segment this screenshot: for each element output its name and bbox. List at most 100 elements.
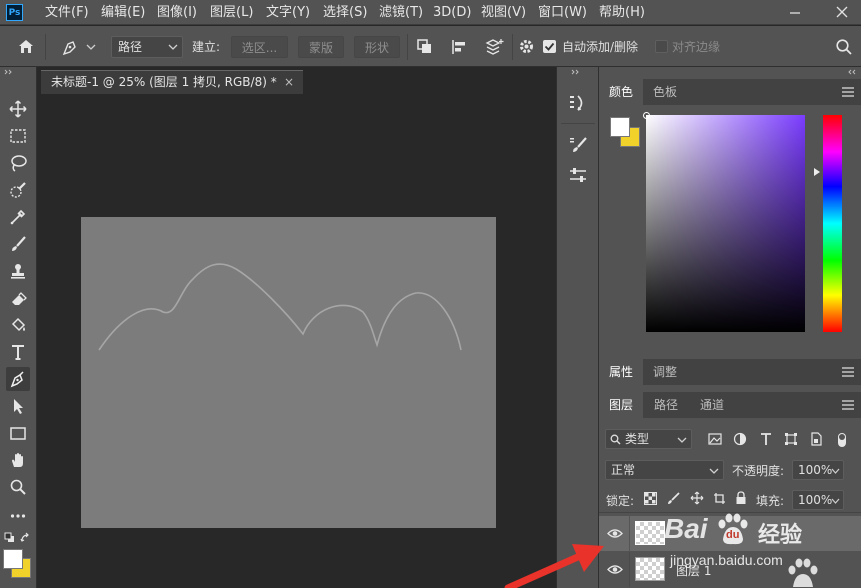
menu-image[interactable]: 图像(I) [157, 0, 197, 25]
document-tab-title: 未标题-1 @ 25% (图层 1 拷贝, RGB/8) * [51, 75, 277, 89]
hue-slider-handle-icon[interactable] [813, 167, 821, 177]
opacity-value: 100% [798, 463, 833, 477]
default-colors-icon[interactable] [4, 532, 15, 543]
lock-transparency-icon[interactable] [644, 492, 657, 505]
marquee-tool-icon[interactable] [6, 124, 30, 148]
stamp-tool-icon[interactable] [6, 259, 30, 283]
move-tool-icon[interactable] [6, 97, 30, 121]
path-selection-tool-icon[interactable] [6, 394, 30, 418]
panel-menu-icon[interactable] [842, 87, 854, 97]
type-tool-icon[interactable] [6, 340, 30, 364]
hand-tool-icon[interactable] [6, 448, 30, 472]
build-label: 建立: [192, 40, 221, 54]
opacity-input[interactable]: 100% [792, 460, 844, 480]
collapse-panels-icon[interactable] [844, 69, 856, 75]
path-operations-icon[interactable] [416, 38, 434, 56]
filter-smart-object-icon[interactable] [809, 432, 823, 446]
collapse-toolbox-icon[interactable] [4, 69, 16, 75]
minimize-icon[interactable] [788, 5, 802, 19]
make-selection-button[interactable]: 选区... [231, 36, 288, 58]
chevron-down-icon [168, 44, 178, 50]
tab-paths[interactable]: 路径 [644, 392, 688, 418]
auto-add-delete-label: 自动添加/删除 [562, 40, 639, 54]
filter-shape-icon[interactable] [784, 432, 798, 446]
chevron-down-icon [677, 437, 687, 443]
hand-drawn-path [98, 263, 462, 351]
close-window-icon[interactable] [835, 5, 849, 19]
brush-settings-icon[interactable] [568, 135, 588, 155]
filter-toggle[interactable] [833, 431, 851, 449]
foreground-color-swatch[interactable] [3, 549, 23, 569]
menu-layer[interactable]: 图层(L) [210, 0, 253, 25]
adjustments-sliders-icon[interactable] [568, 165, 588, 185]
layer-thumbnail[interactable] [635, 557, 665, 581]
crop-eyedropper-tool-icon[interactable] [6, 205, 30, 229]
tab-swatches[interactable]: 色板 [643, 79, 687, 105]
quick-selection-tool-icon[interactable] [6, 178, 30, 202]
menu-type[interactable]: 文字(Y) [266, 0, 310, 25]
tab-color[interactable]: 颜色 [599, 79, 644, 105]
eraser-tool-icon[interactable] [6, 286, 30, 310]
lock-artboard-icon[interactable] [713, 492, 726, 505]
tab-channels[interactable]: 通道 [690, 392, 734, 418]
panel-menu-icon[interactable] [842, 400, 854, 410]
menu-filter[interactable]: 滤镜(T) [379, 0, 423, 25]
pen-tool-icon[interactable] [6, 367, 30, 391]
filter-pixel-icon[interactable] [708, 432, 722, 446]
lock-pixels-icon[interactable] [667, 492, 680, 505]
layer-filter-select[interactable]: 类型 [605, 429, 692, 449]
brush-tool-icon[interactable] [6, 232, 30, 256]
layer-thumbnail[interactable] [635, 521, 665, 545]
document-canvas[interactable] [81, 217, 496, 528]
pen-tool-preset-icon[interactable] [60, 37, 100, 57]
panel-menu-icon[interactable] [842, 367, 854, 377]
panel-dock-strip [556, 67, 598, 588]
filter-adjustment-icon[interactable] [733, 432, 747, 446]
auto-add-delete-checkbox[interactable] [543, 40, 556, 53]
photoshop-logo[interactable]: Ps [6, 4, 23, 21]
paint-bucket-tool-icon[interactable] [6, 313, 30, 337]
history-panel-icon[interactable] [568, 93, 588, 113]
tab-adjustments[interactable]: 调整 [643, 359, 687, 385]
lasso-tool-icon[interactable] [6, 151, 30, 175]
document-tab[interactable]: 未标题-1 @ 25% (图层 1 拷贝, RGB/8) * × [41, 70, 303, 94]
menu-bar: Ps 文件(F) 编辑(E) 图像(I) 图层(L) 文字(Y) 选择(S) 滤… [0, 0, 861, 25]
align-edges-checkbox[interactable] [655, 40, 668, 53]
menu-3d[interactable]: 3D(D) [433, 0, 471, 25]
tab-layers[interactable]: 图层 [599, 392, 644, 418]
menu-view[interactable]: 视图(V) [481, 0, 526, 25]
chevron-down-icon [831, 498, 840, 504]
swap-colors-icon[interactable] [20, 532, 32, 544]
more-tools-icon[interactable] [6, 504, 30, 528]
path-arrangement-icon[interactable] [484, 37, 506, 57]
menu-file[interactable]: 文件(F) [45, 0, 89, 25]
tab-properties[interactable]: 属性 [599, 359, 644, 385]
make-mask-button[interactable]: 蒙版 [298, 36, 344, 58]
saturation-value-picker[interactable] [643, 112, 805, 332]
blend-mode-value: 正常 [611, 463, 636, 477]
search-icon[interactable] [835, 38, 853, 56]
pen-mode-select[interactable]: 路径 [111, 36, 183, 58]
blend-mode-select[interactable]: 正常 [605, 460, 724, 480]
close-document-icon[interactable]: × [284, 71, 294, 93]
paw-logo-icon: du [715, 513, 751, 547]
collapse-dock-icon[interactable] [571, 69, 583, 75]
make-shape-button[interactable]: 形状 [354, 36, 400, 58]
gear-icon[interactable] [518, 38, 535, 55]
home-icon[interactable] [17, 38, 35, 54]
menu-select[interactable]: 选择(S) [323, 0, 367, 25]
toolbox [0, 67, 37, 588]
fill-input[interactable]: 100% [792, 490, 844, 510]
rectangle-tool-icon[interactable] [6, 421, 30, 445]
layers-panel-tabs: 图层 路径 通道 [599, 392, 861, 418]
menu-window[interactable]: 窗口(W) [538, 0, 587, 25]
panel-foreground-swatch[interactable] [610, 117, 630, 137]
hue-slider[interactable] [823, 115, 842, 332]
zoom-tool-icon[interactable] [6, 475, 30, 499]
filter-type-icon[interactable] [759, 432, 773, 446]
menu-help[interactable]: 帮助(H) [599, 0, 645, 25]
path-alignment-icon[interactable] [450, 38, 468, 56]
menu-edit[interactable]: 编辑(E) [101, 0, 145, 25]
lock-position-icon[interactable] [690, 491, 704, 505]
lock-all-icon[interactable] [735, 491, 747, 505]
